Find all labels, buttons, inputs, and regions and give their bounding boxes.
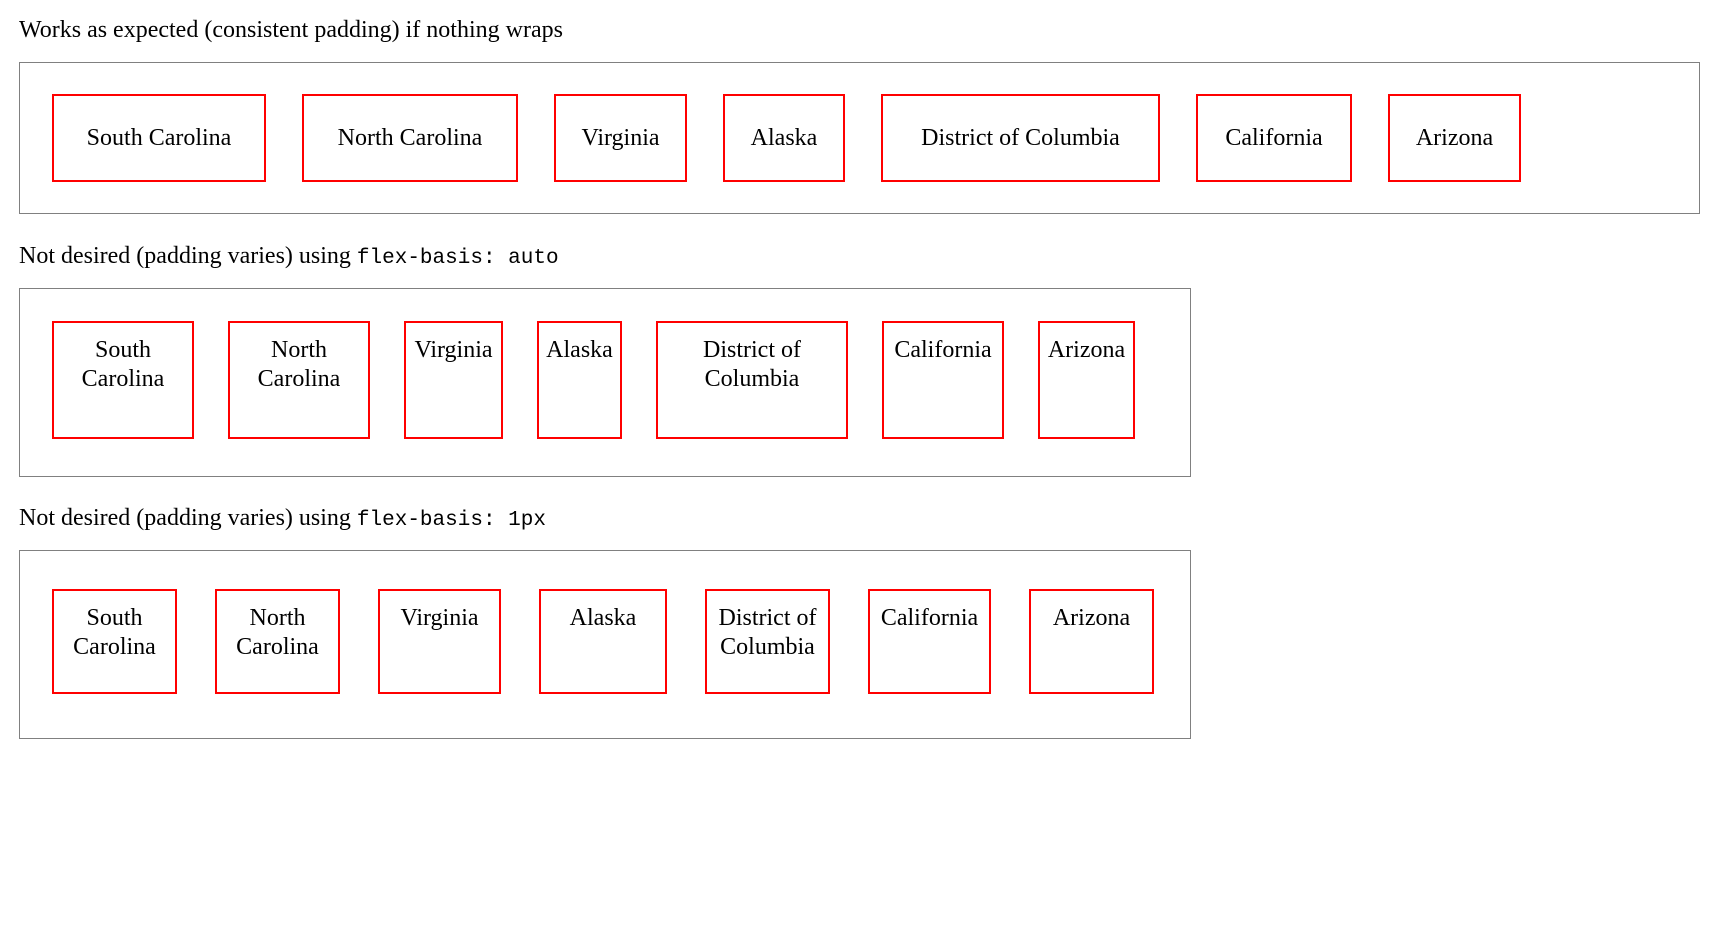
state-cell-label: Virginia	[400, 605, 479, 631]
section-2-flex-row: South Carolina North Carolina Virginia A…	[52, 321, 1158, 439]
state-cell[interactable]: Alaska	[539, 589, 667, 694]
state-cell-label: District of Columbia	[921, 124, 1120, 151]
state-cell-label: District of Columbia	[718, 605, 817, 660]
state-cell-label: Virginia	[414, 337, 493, 363]
section-2-heading: Not desired (padding varies) using flex-…	[19, 243, 1700, 272]
state-cell-label: Alaska	[546, 337, 613, 363]
state-cell-label: North Carolina	[337, 124, 483, 151]
state-cell[interactable]: South Carolina	[52, 94, 266, 182]
section-3-heading: Not desired (padding varies) using flex-…	[19, 505, 1700, 534]
section-1-container: South Carolina North Carolina Virginia A…	[19, 62, 1700, 214]
state-cell-label: Arizona	[1047, 337, 1126, 363]
state-cell-label: California	[880, 605, 979, 631]
state-cell-label: California	[1225, 124, 1323, 151]
state-cell[interactable]: California	[882, 321, 1004, 439]
state-cell[interactable]: Virginia	[404, 321, 503, 439]
state-cell[interactable]: District of Columbia	[705, 589, 830, 694]
state-cell[interactable]: South Carolina	[52, 321, 194, 439]
state-cell-label: Alaska	[569, 605, 637, 631]
state-cell-label: District of Columbia	[703, 337, 801, 392]
state-cell[interactable]: North Carolina	[302, 94, 518, 182]
state-cell-label: South Carolina	[73, 605, 156, 660]
state-cell-label: North Carolina	[257, 337, 341, 392]
state-cell[interactable]: California	[1196, 94, 1352, 182]
state-cell[interactable]: Arizona	[1029, 589, 1154, 694]
section-1-flex-row: South Carolina North Carolina Virginia A…	[52, 94, 1667, 182]
section-3-flex-row: South Carolina North Carolina Virginia A…	[52, 589, 1158, 694]
state-cell[interactable]: South Carolina	[52, 589, 177, 694]
state-cell[interactable]: District of Columbia	[881, 94, 1160, 182]
page-root: Works as expected (consistent padding) i…	[0, 0, 1712, 928]
section-2-heading-text: Not desired (padding varies) using	[19, 243, 357, 269]
state-cell-label: California	[894, 337, 992, 363]
section-2-container: South Carolina North Carolina Virginia A…	[19, 288, 1191, 477]
state-cell[interactable]: District of Columbia	[656, 321, 848, 439]
section-3-heading-text: Not desired (padding varies) using	[19, 505, 357, 531]
state-cell-label: Virginia	[581, 124, 660, 151]
state-cell[interactable]: Virginia	[378, 589, 501, 694]
section-2-heading-code: flex-basis: auto	[356, 247, 559, 270]
state-cell-label: South Carolina	[86, 124, 232, 151]
section-3-container: South Carolina North Carolina Virginia A…	[19, 550, 1191, 739]
state-cell[interactable]: Alaska	[723, 94, 845, 182]
state-cell[interactable]: North Carolina	[228, 321, 370, 439]
state-cell-label: South Carolina	[81, 337, 165, 392]
state-cell[interactable]: Arizona	[1038, 321, 1135, 439]
state-cell[interactable]: Virginia	[554, 94, 687, 182]
section-3-heading-code: flex-basis: 1px	[356, 509, 546, 532]
state-cell[interactable]: California	[868, 589, 991, 694]
section-1-heading-text: Works as expected (consistent padding) i…	[19, 17, 563, 43]
state-cell[interactable]: Alaska	[537, 321, 622, 439]
state-cell-label: Arizona	[1415, 124, 1494, 151]
state-cell[interactable]: North Carolina	[215, 589, 340, 694]
state-cell-label: North Carolina	[236, 605, 319, 660]
state-cell-label: Arizona	[1052, 605, 1131, 631]
state-cell-label: Alaska	[750, 124, 818, 151]
state-cell[interactable]: Arizona	[1388, 94, 1521, 182]
section-1-heading: Works as expected (consistent padding) i…	[19, 17, 1700, 46]
